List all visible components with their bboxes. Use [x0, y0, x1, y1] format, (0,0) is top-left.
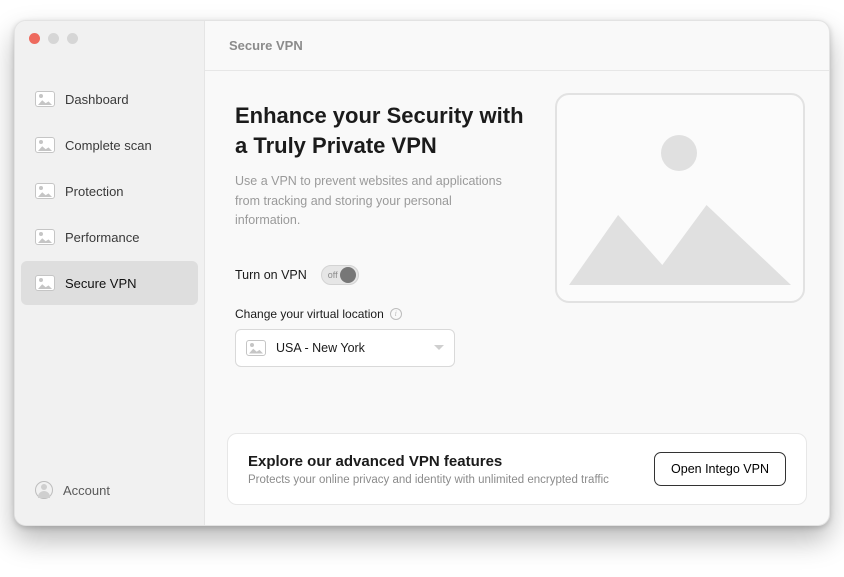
location-select[interactable]: USA - New York	[235, 329, 455, 367]
close-window-button[interactable]	[29, 33, 40, 44]
mountain-shape	[569, 195, 791, 285]
sidebar-item-complete-scan[interactable]: Complete scan	[21, 123, 198, 167]
page-header: Secure VPN	[205, 21, 829, 71]
promo-subtitle: Protects your online privacy and identit…	[248, 474, 609, 486]
sun-shape	[661, 135, 697, 171]
page-title: Secure VPN	[229, 38, 303, 53]
hero-title: Enhance your Security with a Truly Priva…	[235, 101, 555, 160]
sidebar-item-label: Account	[63, 483, 110, 498]
hero-subtitle: Use a VPN to prevent websites and applic…	[235, 172, 515, 230]
picture-icon	[35, 275, 55, 291]
location-selected-value: USA - New York	[276, 341, 365, 355]
content-area: Enhance your Security with a Truly Priva…	[205, 71, 829, 525]
sidebar-item-protection[interactable]: Protection	[21, 169, 198, 213]
app-window: Dashboard Complete scan Protection Perfo…	[14, 20, 830, 526]
vpn-toggle[interactable]: off	[321, 265, 359, 285]
zoom-window-button[interactable]	[67, 33, 78, 44]
sidebar-item-label: Performance	[65, 230, 139, 245]
picture-icon	[35, 229, 55, 245]
sidebar-item-label: Dashboard	[65, 92, 129, 107]
sidebar-item-label: Complete scan	[65, 138, 152, 153]
chevron-down-icon	[434, 345, 444, 350]
sidebar-item-performance[interactable]: Performance	[21, 215, 198, 259]
sidebar-item-account[interactable]: Account	[21, 465, 198, 515]
sidebar-nav: Dashboard Complete scan Protection Perfo…	[15, 75, 204, 465]
sidebar-item-label: Protection	[65, 184, 124, 199]
flag-placeholder-icon	[246, 340, 266, 356]
sidebar-item-secure-vpn[interactable]: Secure VPN	[21, 261, 198, 305]
picture-icon	[35, 91, 55, 107]
location-label: Change your virtual location	[235, 307, 384, 321]
open-intego-vpn-button[interactable]: Open Intego VPN	[654, 452, 786, 486]
promo-title: Explore our advanced VPN features	[248, 453, 609, 470]
sidebar-item-dashboard[interactable]: Dashboard	[21, 77, 198, 121]
info-icon[interactable]: i	[390, 308, 402, 320]
user-icon	[35, 481, 53, 499]
traffic-lights	[29, 33, 78, 44]
promo-card: Explore our advanced VPN features Protec…	[227, 433, 807, 505]
sidebar-item-label: Secure VPN	[65, 276, 137, 291]
toggle-knob	[340, 267, 356, 283]
vpn-toggle-label: Turn on VPN	[235, 268, 307, 282]
picture-icon	[35, 137, 55, 153]
vpn-toggle-state: off	[328, 270, 338, 280]
main-panel: Secure VPN Enhance your Security with a …	[205, 21, 829, 525]
sidebar: Dashboard Complete scan Protection Perfo…	[15, 21, 205, 525]
minimize-window-button[interactable]	[48, 33, 59, 44]
picture-icon	[35, 183, 55, 199]
hero-image-placeholder	[555, 93, 805, 303]
